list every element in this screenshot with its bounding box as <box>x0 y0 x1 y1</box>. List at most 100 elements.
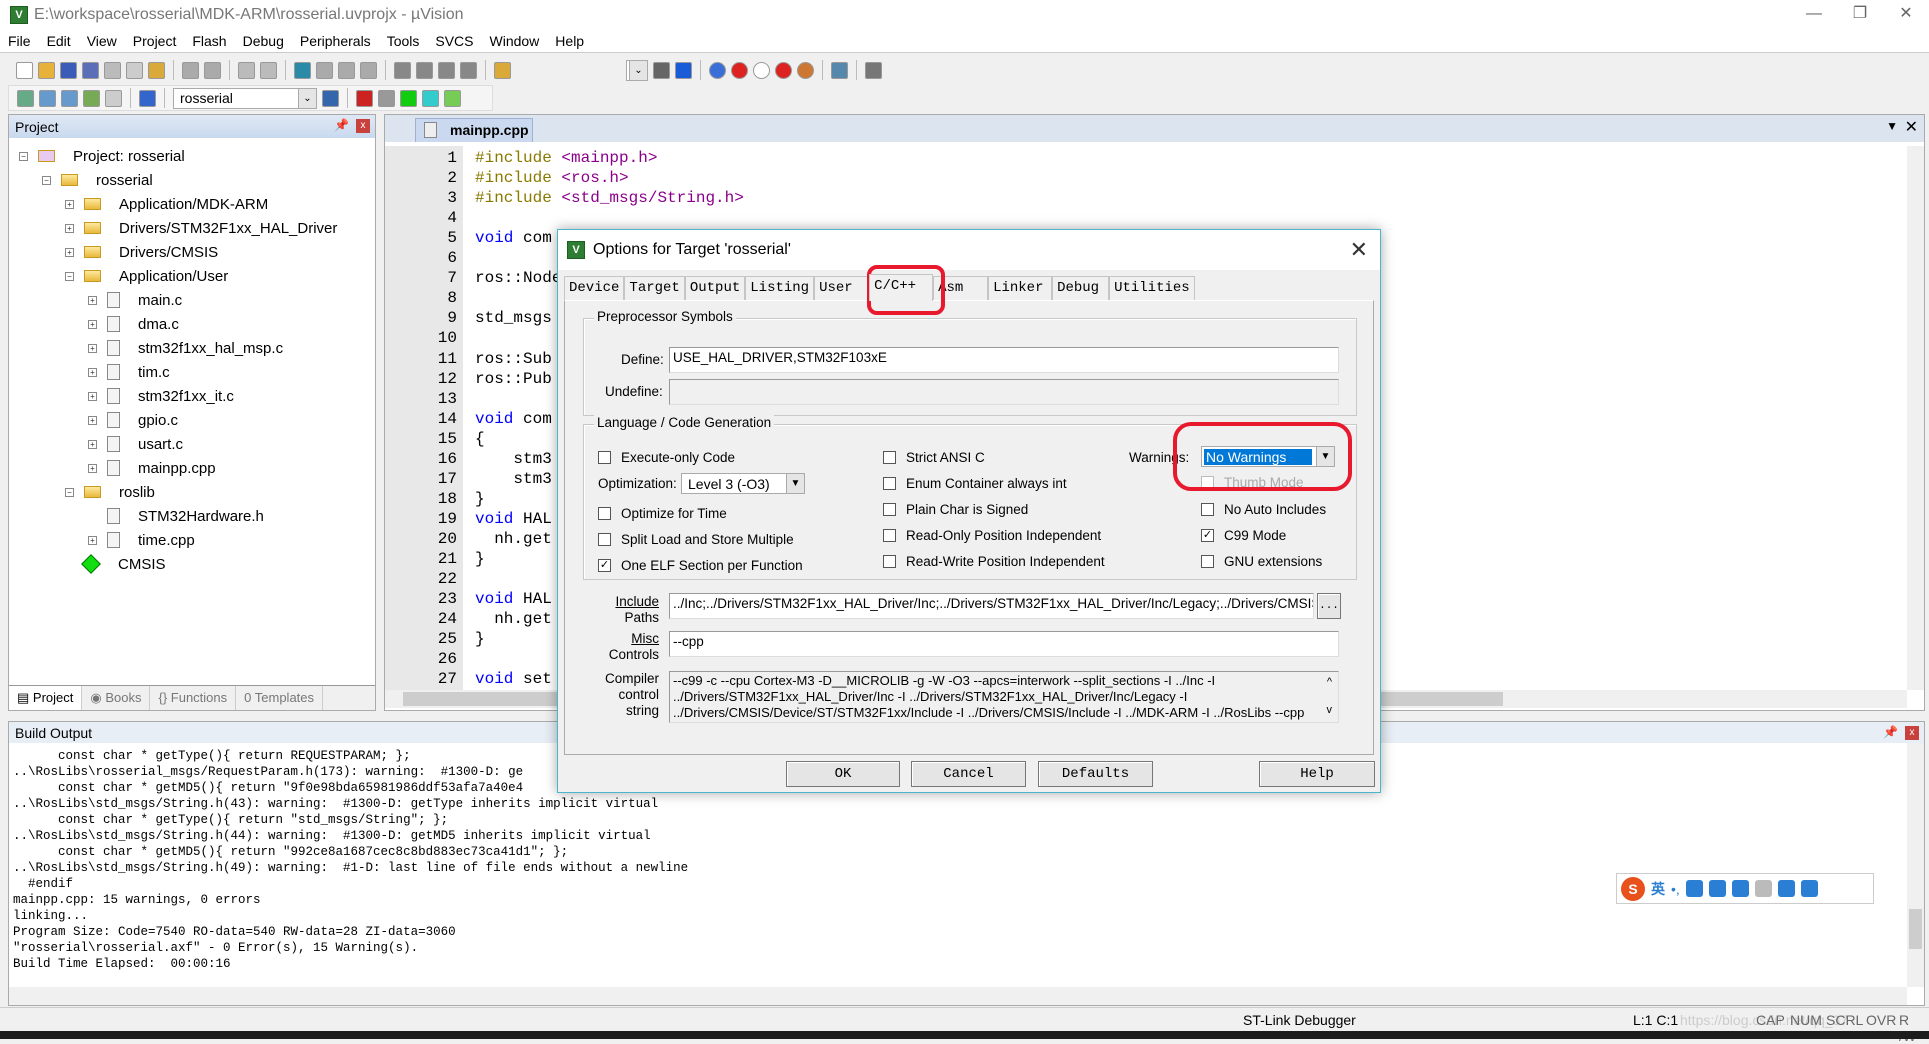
expand-icon[interactable]: + <box>65 199 74 209</box>
tree-item[interactable]: + time.cpp <box>88 529 195 551</box>
toolbar-icon-21[interactable] <box>438 61 455 79</box>
tree-item[interactable]: − Project: rosserial <box>19 145 185 167</box>
scroll-up-icon[interactable]: ^ <box>1327 674 1332 690</box>
undefine-input[interactable] <box>669 379 1339 405</box>
manage-icon-5[interactable] <box>422 89 439 107</box>
menu-peripherals[interactable]: Peripherals <box>292 33 379 49</box>
ime-language[interactable]: 英 <box>1651 879 1665 899</box>
misc-controls-input[interactable]: --cpp <box>669 631 1339 657</box>
gnu-checkbox[interactable]: GNU extensions <box>1201 554 1322 569</box>
manage-icon-0[interactable] <box>322 89 339 107</box>
tree-item[interactable]: + stm32f1xx_it.c <box>88 385 234 407</box>
tab-debug[interactable]: Debug <box>1052 276 1110 300</box>
close-panel-button[interactable]: x <box>1905 726 1919 740</box>
toolbar-icon-9[interactable] <box>204 61 221 79</box>
build-icon-6[interactable] <box>139 89 156 107</box>
tab-list-dropdown-icon[interactable]: ▼ <box>1886 119 1898 133</box>
menu-help[interactable]: Help <box>547 33 592 49</box>
manage-icon-2[interactable] <box>356 89 373 107</box>
debug-toolbar-icon-11[interactable] <box>865 61 882 79</box>
tree-item[interactable]: CMSIS <box>65 553 166 575</box>
execute-only-checkbox[interactable]: Execute-only Code <box>598 450 735 465</box>
defaults-button[interactable]: Defaults <box>1038 761 1153 787</box>
microphone-icon[interactable] <box>1708 880 1726 897</box>
manage-icon-6[interactable] <box>444 89 461 107</box>
toolbar-icon-0[interactable] <box>16 61 33 79</box>
toolbar-icon-16[interactable] <box>338 61 355 79</box>
debug-toolbar-icon-5[interactable] <box>753 61 770 79</box>
ok-button[interactable]: OK <box>786 761 900 787</box>
tree-item[interactable]: + Drivers/STM32F1xx_HAL_Driver <box>65 217 337 239</box>
expand-icon[interactable]: + <box>88 415 97 425</box>
debug-toolbar-icon-7[interactable] <box>797 61 814 79</box>
browse-include-paths-button[interactable]: ... <box>1317 593 1341 619</box>
expand-icon[interactable]: + <box>65 247 74 257</box>
toolbar-icon-3[interactable] <box>82 61 99 79</box>
tab-cc[interactable]: C/C++ <box>869 274 934 301</box>
toolbar-icon-22[interactable] <box>460 61 477 79</box>
panel-tab-project[interactable]: ▤ Project <box>9 686 83 710</box>
tree-item[interactable]: + gpio.c <box>88 409 178 431</box>
menu-flash[interactable]: Flash <box>184 33 234 49</box>
build-icon-4[interactable] <box>105 89 122 107</box>
build-icon-0[interactable] <box>17 89 34 107</box>
expand-icon[interactable]: + <box>88 439 97 449</box>
debug-toolbar-icon-9[interactable] <box>831 61 848 79</box>
toolbar-icon-12[interactable] <box>260 61 277 79</box>
tab-user[interactable]: User <box>814 276 870 300</box>
one-elf-checkbox[interactable]: ✓ One ELF Section per Function <box>598 558 803 573</box>
tree-item[interactable]: + usart.c <box>88 433 183 455</box>
cancel-button[interactable]: Cancel <box>911 761 1026 787</box>
keyboard-icon[interactable] <box>1731 880 1749 897</box>
collapse-icon[interactable]: − <box>42 175 51 185</box>
menu-debug[interactable]: Debug <box>235 33 292 49</box>
menu-view[interactable]: View <box>79 33 125 49</box>
toolbar-icon-8[interactable] <box>182 61 199 79</box>
toolbar-icon-2[interactable] <box>60 61 77 79</box>
tree-item[interactable]: + main.c <box>88 289 182 311</box>
close-dialog-button[interactable]: ✕ <box>1350 237 1368 263</box>
manage-icon-4[interactable] <box>400 89 417 107</box>
optimization-select[interactable]: Level 3 (-O3) ▼ <box>681 473 805 494</box>
build-horizontal-scrollbar[interactable] <box>9 987 1907 1005</box>
debug-toolbar-icon-3[interactable] <box>709 61 726 79</box>
menu-tools[interactable]: Tools <box>379 33 428 49</box>
toolbar-icon-5[interactable] <box>126 61 143 79</box>
toolbar-icon-4[interactable] <box>104 61 121 79</box>
tab-output[interactable]: Output <box>684 276 746 300</box>
build-icon-3[interactable] <box>83 89 100 107</box>
emoji-icon[interactable] <box>1685 880 1703 897</box>
toolbar-icon-20[interactable] <box>416 61 433 79</box>
expand-icon[interactable]: + <box>88 319 97 329</box>
build-icon-1[interactable] <box>39 89 56 107</box>
panel-tab-books[interactable]: ◉ Books <box>82 686 151 710</box>
no-auto-includes-checkbox[interactable]: No Auto Includes <box>1201 502 1326 517</box>
help-button[interactable]: Help <box>1259 761 1375 787</box>
collapse-icon[interactable]: − <box>65 271 74 281</box>
tab-linker[interactable]: Linker <box>988 276 1053 300</box>
tab-target[interactable]: Target <box>624 276 685 300</box>
tree-item[interactable]: + tim.c <box>88 361 170 383</box>
target-select[interactable]: rosserial ⌄ <box>173 87 317 109</box>
tree-item[interactable]: + stm32f1xx_hal_msp.c <box>88 337 283 359</box>
tab-device[interactable]: Device <box>564 276 625 300</box>
debug-toolbar-icon-0[interactable] <box>653 61 670 79</box>
panel-tab-functions[interactable]: {} Functions <box>150 686 237 710</box>
include-paths-input[interactable]: ../Inc;../Drivers/STM32F1xx_HAL_Driver/I… <box>669 593 1314 619</box>
strict-ansi-checkbox[interactable]: Strict ANSI C <box>883 450 985 465</box>
collapse-icon[interactable]: − <box>19 151 28 161</box>
optimize-time-checkbox[interactable]: Optimize for Time <box>598 506 727 521</box>
menu-project[interactable]: Project <box>125 33 185 49</box>
tree-item[interactable]: − rosserial <box>42 169 153 191</box>
skin-icon[interactable] <box>1777 880 1795 897</box>
menu-edit[interactable]: Edit <box>39 33 79 49</box>
pin-icon[interactable]: 📌 <box>334 118 349 132</box>
tree-item[interactable]: − Application/User <box>65 265 228 287</box>
close-tab-icon[interactable]: ✕ <box>1905 117 1918 137</box>
define-input[interactable]: USE_HAL_DRIVER,STM32F103xE <box>669 347 1339 373</box>
menu-svcs[interactable]: SVCS <box>427 33 481 49</box>
build-vertical-scrollbar[interactable] <box>1907 743 1924 987</box>
expand-icon[interactable]: + <box>88 463 97 473</box>
tree-item[interactable]: + Drivers/CMSIS <box>65 241 218 263</box>
toolbox-icon[interactable] <box>1800 880 1818 897</box>
